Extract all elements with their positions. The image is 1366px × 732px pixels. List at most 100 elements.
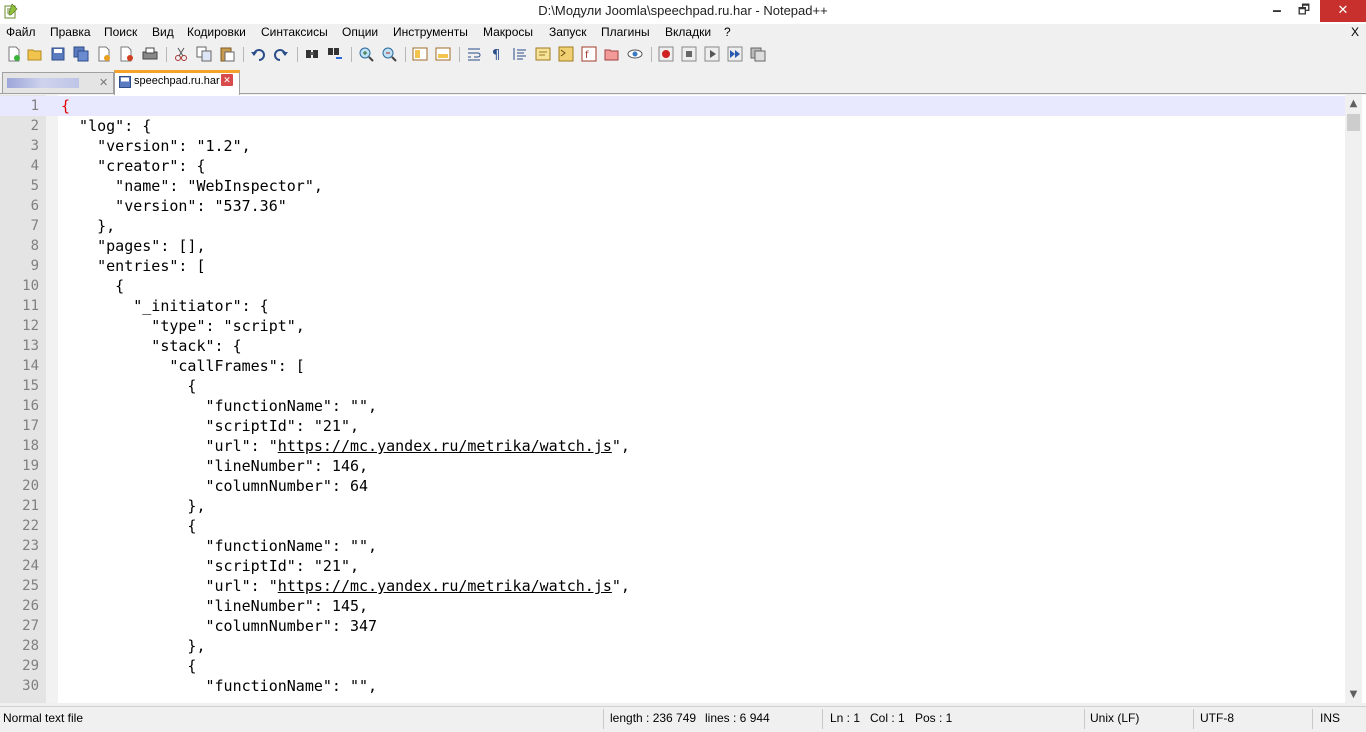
code-line[interactable]: 3 "version": "1.2", bbox=[0, 136, 1345, 156]
replace-icon[interactable] bbox=[327, 46, 343, 62]
tab-close-icon[interactable]: ✕ bbox=[221, 74, 233, 86]
menu-settings[interactable]: Опции bbox=[342, 25, 378, 39]
folder-as-workspace-icon[interactable] bbox=[604, 46, 620, 62]
menu-plugins[interactable]: Плагины bbox=[601, 25, 650, 39]
code-text[interactable]: "callFrames": [ bbox=[61, 356, 304, 376]
code-line[interactable]: 24 "scriptId": "21", bbox=[0, 556, 1345, 576]
code-line[interactable]: 18 "url": "https://mc.yandex.ru/metrika/… bbox=[0, 436, 1345, 456]
code-line[interactable]: 15 { bbox=[0, 376, 1345, 396]
code-text[interactable]: "version": "1.2", bbox=[61, 136, 251, 156]
indent-guide-icon[interactable] bbox=[512, 46, 528, 62]
record-macro-icon[interactable] bbox=[658, 46, 674, 62]
code-text[interactable]: "functionName": "", bbox=[61, 396, 377, 416]
code-text[interactable]: "functionName": "", bbox=[61, 676, 377, 696]
code-line[interactable]: 2 "log": { bbox=[0, 116, 1345, 136]
code-text[interactable]: "lineNumber": 145, bbox=[61, 596, 368, 616]
scroll-down-arrow-icon[interactable]: ▼ bbox=[1345, 686, 1362, 703]
redo-icon[interactable] bbox=[273, 46, 289, 62]
maximize-button[interactable]: 🗗 bbox=[1290, 0, 1318, 22]
function-list-icon[interactable]: f bbox=[581, 46, 597, 62]
code-text[interactable]: "log": { bbox=[61, 116, 151, 136]
code-text[interactable]: "columnNumber": 347 bbox=[61, 616, 377, 636]
show-all-characters-icon[interactable]: ¶ bbox=[489, 46, 505, 62]
code-text[interactable]: { bbox=[61, 96, 70, 116]
code-lines[interactable]: 1{2 "log": {3 "version": "1.2", 4 "creato… bbox=[0, 96, 1345, 696]
menu-search[interactable]: Поиск bbox=[104, 25, 137, 39]
document-map-icon[interactable] bbox=[558, 46, 574, 62]
save-icon[interactable] bbox=[50, 46, 66, 62]
code-text[interactable]: "lineNumber": 146, bbox=[61, 456, 368, 476]
code-line[interactable]: 28 }, bbox=[0, 636, 1345, 656]
menu-file[interactable]: Файл bbox=[6, 25, 36, 39]
save-macro-icon[interactable] bbox=[750, 46, 766, 62]
code-line[interactable]: 10 { bbox=[0, 276, 1345, 296]
tab-close-icon[interactable]: ✕ bbox=[99, 76, 108, 89]
url-link[interactable]: https://mc.yandex.ru/metrika/watch.js bbox=[278, 437, 612, 455]
code-text[interactable]: "columnNumber": 64 bbox=[61, 476, 368, 496]
user-defined-language-icon[interactable] bbox=[535, 46, 551, 62]
copy-icon[interactable] bbox=[196, 46, 212, 62]
code-text[interactable]: "entries": [ bbox=[61, 256, 205, 276]
code-line[interactable]: 20 "columnNumber": 64 bbox=[0, 476, 1345, 496]
code-text[interactable]: { bbox=[61, 516, 196, 536]
editor-area[interactable]: 1{2 "log": {3 "version": "1.2", 4 "creato… bbox=[0, 95, 1366, 703]
menu-tools[interactable]: Инструменты bbox=[393, 25, 468, 39]
zoom-out-icon[interactable] bbox=[381, 46, 397, 62]
code-text[interactable]: "url": "https://mc.yandex.ru/metrika/wat… bbox=[61, 576, 629, 596]
menu-edit[interactable]: Правка bbox=[50, 25, 91, 39]
scrollbar-thumb[interactable] bbox=[1347, 114, 1360, 131]
menu-run[interactable]: Запуск bbox=[549, 25, 587, 39]
code-text[interactable]: { bbox=[61, 276, 124, 296]
code-line[interactable]: 26 "lineNumber": 145, bbox=[0, 596, 1345, 616]
code-line[interactable]: 17 "scriptId": "21", bbox=[0, 416, 1345, 436]
code-text[interactable]: "url": "https://mc.yandex.ru/metrika/wat… bbox=[61, 436, 629, 456]
code-line[interactable]: 4 "creator": { bbox=[0, 156, 1345, 176]
code-text[interactable]: { bbox=[61, 656, 196, 676]
code-text[interactable]: "_initiator": { bbox=[61, 296, 268, 316]
code-text[interactable]: "scriptId": "21", bbox=[61, 556, 359, 576]
menu-help[interactable]: ? bbox=[724, 25, 731, 39]
code-text[interactable]: }, bbox=[61, 216, 115, 236]
menu-macro[interactable]: Макросы bbox=[483, 25, 533, 39]
code-line[interactable]: 16 "functionName": "", bbox=[0, 396, 1345, 416]
tab-document-1[interactable]: ✕ bbox=[2, 72, 114, 93]
code-line[interactable]: 22 { bbox=[0, 516, 1345, 536]
undo-icon[interactable] bbox=[250, 46, 266, 62]
tab-speechpad-har[interactable]: speechpad.ru.har ✕ bbox=[114, 70, 240, 95]
code-text[interactable]: { bbox=[61, 376, 196, 396]
close-file-icon[interactable] bbox=[96, 46, 112, 62]
word-wrap-icon[interactable] bbox=[466, 46, 482, 62]
print-icon[interactable] bbox=[142, 46, 158, 62]
scroll-up-arrow-icon[interactable]: ▲ bbox=[1345, 95, 1362, 112]
code-text[interactable]: "version": "537.36" bbox=[61, 196, 287, 216]
code-text[interactable]: }, bbox=[61, 636, 205, 656]
find-icon[interactable] bbox=[304, 46, 320, 62]
vertical-scrollbar[interactable]: ▲ ▼ bbox=[1345, 95, 1362, 703]
menu-encoding[interactable]: Кодировки bbox=[187, 25, 246, 39]
monitoring-eye-icon[interactable] bbox=[627, 46, 643, 62]
sync-vertical-scroll-icon[interactable] bbox=[412, 46, 428, 62]
code-line[interactable]: 25 "url": "https://mc.yandex.ru/metrika/… bbox=[0, 576, 1345, 596]
open-file-icon[interactable] bbox=[27, 46, 43, 62]
code-line[interactable]: 1{ bbox=[0, 96, 1345, 116]
code-text[interactable]: "scriptId": "21", bbox=[61, 416, 359, 436]
code-text[interactable]: "pages": [], bbox=[61, 236, 205, 256]
save-all-icon[interactable] bbox=[73, 46, 89, 62]
code-line[interactable]: 13 "stack": { bbox=[0, 336, 1345, 356]
code-line[interactable]: 7 }, bbox=[0, 216, 1345, 236]
cut-icon[interactable] bbox=[173, 46, 189, 62]
url-link[interactable]: https://mc.yandex.ru/metrika/watch.js bbox=[278, 577, 612, 595]
code-text[interactable]: }, bbox=[61, 496, 205, 516]
close-window-button[interactable]: ✕ bbox=[1320, 0, 1366, 22]
minimize-button[interactable]: 🗕 bbox=[1263, 0, 1291, 22]
play-macro-icon[interactable] bbox=[704, 46, 720, 62]
code-text[interactable]: "creator": { bbox=[61, 156, 205, 176]
code-line[interactable]: 5 "name": "WebInspector", bbox=[0, 176, 1345, 196]
code-line[interactable]: 23 "functionName": "", bbox=[0, 536, 1345, 556]
code-text[interactable]: "functionName": "", bbox=[61, 536, 377, 556]
new-file-icon[interactable] bbox=[6, 46, 22, 62]
run-macro-multiple-icon[interactable] bbox=[727, 46, 743, 62]
code-line[interactable]: 12 "type": "script", bbox=[0, 316, 1345, 336]
code-text[interactable]: "type": "script", bbox=[61, 316, 305, 336]
stop-macro-icon[interactable] bbox=[681, 46, 697, 62]
